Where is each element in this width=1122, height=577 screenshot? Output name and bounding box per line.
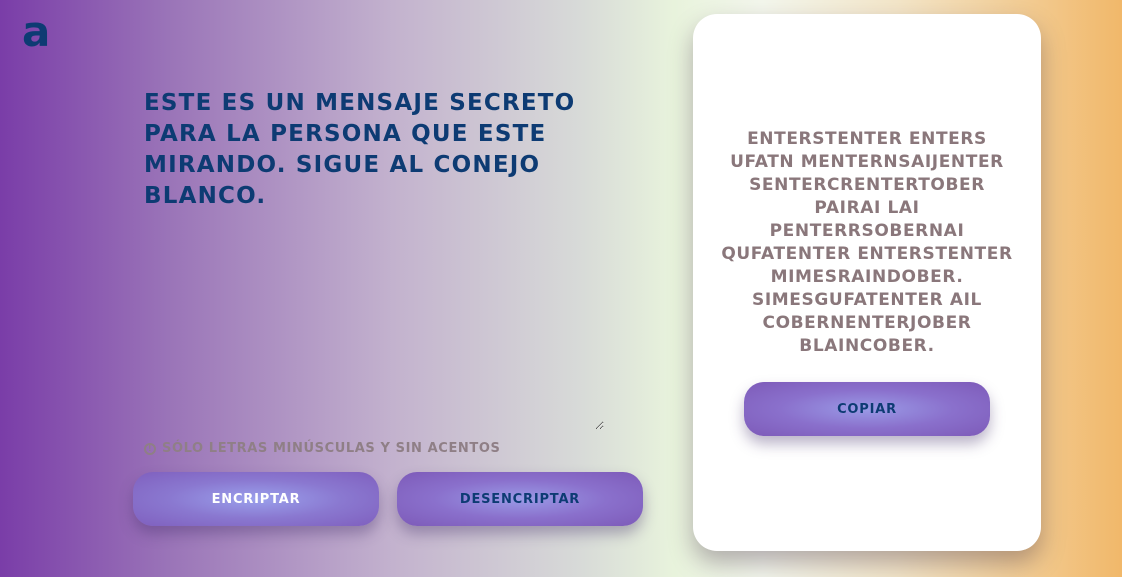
encrypt-button[interactable]: Encriptar: [133, 472, 379, 526]
info-icon: !: [144, 442, 156, 455]
message-input[interactable]: Este es un mensaje secreto para la perso…: [144, 88, 604, 430]
copy-button[interactable]: Copiar: [744, 382, 990, 436]
alura-logo-icon: a: [22, 7, 51, 56]
hint-text: Sólo letras minúsculas y sin acentos: [162, 441, 501, 456]
input-hint: ! Sólo letras minúsculas y sin acentos: [144, 441, 501, 456]
output-text: enterstenter enters ufatn menternsaijent…: [721, 129, 1013, 356]
output-card: enterstenter enters ufatn menternsaijent…: [693, 14, 1041, 551]
decrypt-button[interactable]: Desencriptar: [397, 472, 643, 526]
